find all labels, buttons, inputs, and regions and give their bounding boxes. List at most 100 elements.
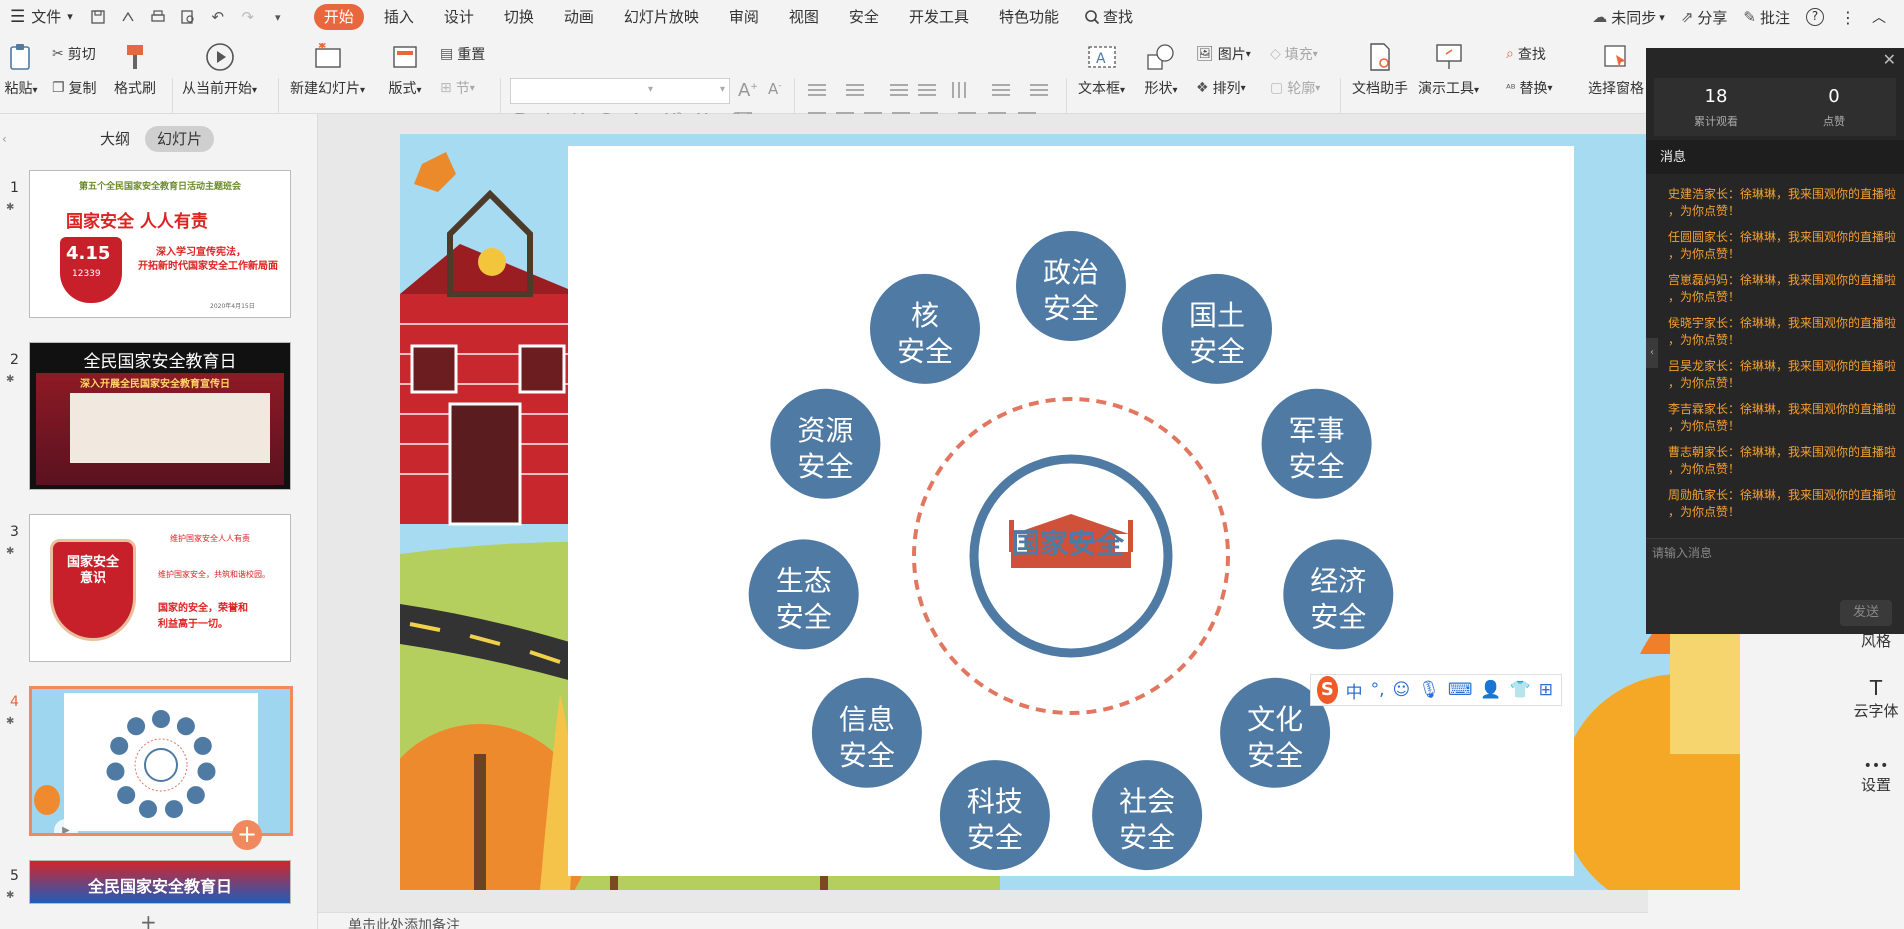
tab-outline[interactable]: 大纲	[88, 126, 142, 152]
security-node-label: 安全	[897, 335, 953, 368]
notes-pane[interactable]: ▭ 单击此处添加备注	[318, 912, 1648, 929]
grow-font-icon[interactable]: A+	[738, 80, 758, 101]
slide-number: 1	[10, 180, 19, 196]
textbox-button[interactable]: A 文本框▾	[1078, 40, 1125, 98]
tab-7[interactable]: 视图	[779, 4, 829, 30]
toolbox-grid-icon[interactable]: ⊞	[1539, 680, 1553, 700]
microphone-icon[interactable]: 🎙	[1418, 680, 1440, 700]
slide-thumbnail-2[interactable]: 全民国家安全教育日 深入开展全民国家安全教育宣传日	[29, 342, 291, 490]
chat-message-line: ，为你点赞！	[1668, 462, 1741, 476]
layout-button[interactable]: 版式▾	[388, 40, 422, 98]
menu-bar: ☰ 文件 ▾ ↶ ↷ ▾ 开始 插入 设计 切换 动画 幻灯片放映 审阅 视图 安全 开发工具 特色…	[0, 0, 1904, 34]
tab-2[interactable]: 设计	[434, 4, 484, 30]
outline-button[interactable]: ▢ 轮廓 ▾	[1270, 78, 1320, 98]
emoji-icon[interactable]: ☺	[1393, 680, 1411, 700]
font-size-select[interactable]: ▾	[654, 78, 730, 104]
select-pane-button[interactable]: 选择窗格	[1588, 40, 1644, 98]
new-slide-button[interactable]: ✱ 新建幻灯片▾	[290, 40, 365, 98]
slide-thumbnail-3[interactable]: 国家安全意识 维护国家安全人人有责 维护国家安全，共筑和谐校园。 国家的安全，荣…	[29, 514, 291, 662]
print-icon[interactable]	[145, 4, 171, 30]
more-vertical-icon: ⋮	[1840, 7, 1856, 27]
doc-assistant-button[interactable]: 文档助手	[1352, 40, 1408, 98]
tab-1[interactable]: 插入	[374, 4, 424, 30]
picture-button[interactable]: 🖼 图片 ▾	[1196, 44, 1251, 64]
slide-thumbnail-5[interactable]: 全民国家安全教育日	[29, 860, 291, 904]
save-icon[interactable]	[85, 4, 111, 30]
thumb-node	[193, 736, 212, 755]
chat-message: 任圆圆家长：徐琳琳，我来围观你的直播啦 ，为你点赞！	[1668, 229, 1898, 263]
settings-button[interactable]: ••• 设置	[1848, 758, 1904, 795]
tab-9[interactable]: 开发工具	[899, 4, 979, 30]
undo-icon[interactable]: ↶	[205, 4, 231, 30]
section-button[interactable]: ⊞ 节 ▾	[440, 78, 475, 98]
scissors-icon: ✂	[52, 46, 64, 62]
tab-3[interactable]: 切换	[494, 4, 544, 30]
collapse-ribbon-button[interactable]: ︿	[1864, 7, 1894, 27]
collapse-panel-icon[interactable]: ‹	[2, 132, 7, 146]
paste-button[interactable]: 粘贴▾	[4, 40, 38, 98]
add-slide-bottom-icon[interactable]: +	[140, 910, 157, 929]
share-button[interactable]: ⇗ 分享	[1673, 7, 1736, 28]
play-circle-icon[interactable]: ▶	[54, 819, 78, 833]
font-name-select[interactable]: ▾	[510, 78, 658, 104]
arrange-button[interactable]: ❖ 排列 ▾	[1196, 78, 1246, 98]
tab-4[interactable]: 动画	[554, 4, 604, 30]
customize-icon[interactable]: ▾	[265, 4, 291, 30]
shrink-font-icon[interactable]: A-	[768, 80, 782, 98]
output-icon[interactable]	[115, 4, 141, 30]
chevron-up-icon: ︿	[1872, 10, 1886, 26]
security-node-label: 文化	[1247, 703, 1303, 736]
slide-thumbnail-4[interactable]: ▶	[29, 686, 293, 836]
shape-icon	[1144, 40, 1178, 74]
ime-chinese-label[interactable]: 中	[1346, 678, 1363, 703]
shape-button[interactable]: 形状▾	[1144, 40, 1178, 98]
cut-button[interactable]: ✂ 剪切	[52, 44, 96, 64]
user-icon[interactable]: 👤	[1480, 680, 1501, 700]
fill-button[interactable]: ◇ 填充 ▾	[1270, 44, 1318, 64]
tab-5[interactable]: 幻灯片放映	[614, 4, 709, 30]
ime-toolbar[interactable]: S 中 °, ☺ 🎙 ⌨ 👤 👕 ⊞	[1310, 674, 1562, 706]
play-from-current-button[interactable]: 从当前开始▾	[182, 40, 257, 98]
notes-placeholder: 单击此处添加备注	[348, 918, 460, 929]
orange-tree-icon	[34, 785, 60, 815]
tab-0[interactable]: 开始	[313, 4, 364, 30]
chat-message-line: ，为你点赞！	[1668, 204, 1741, 218]
tab-8[interactable]: 安全	[839, 4, 889, 30]
skin-shirt-icon[interactable]: 👕	[1510, 680, 1531, 700]
more-button[interactable]: ⋮	[1832, 8, 1864, 27]
file-menu[interactable]: ☰ 文件 ▾	[0, 0, 83, 34]
chat-message: 宫崽磊妈妈：徐琳琳，我来围观你的直播啦 ，为你点赞！	[1668, 272, 1898, 306]
cloud-font-button[interactable]: T 云字体	[1848, 676, 1904, 721]
animation-star-icon: ✱	[6, 374, 15, 385]
print-preview-icon[interactable]	[175, 4, 201, 30]
slide-thumbnail-1[interactable]: 第五个全民国家安全教育日活动主题班会 国家安全 人人有责 4.15 12339 …	[29, 170, 291, 318]
help-button[interactable]: ?	[1798, 8, 1832, 26]
ime-punct-label[interactable]: °,	[1371, 680, 1385, 700]
thumb-headline: 国家安全 人人有责	[66, 212, 208, 232]
search-menu[interactable]: 查找	[1074, 0, 1143, 34]
copy-button[interactable]: ❐ 复制	[52, 78, 97, 98]
add-slide-button[interactable]: +	[232, 820, 262, 850]
sync-button[interactable]: ☁ 未同步 ▾	[1584, 7, 1673, 28]
ribbon-toolbar: 粘贴▾ ✂ 剪切 ❐ 复制 格式刷 从当前开始▾ ✱ 新建幻灯片▾ 版式▾ ▤ …	[0, 34, 1904, 140]
chevron-down-icon: ▾	[647, 84, 653, 95]
replace-button[interactable]: ᴬᴮ 替换 ▾	[1506, 78, 1553, 98]
find-button[interactable]: ⌕ 查找	[1506, 44, 1546, 64]
tab-10[interactable]: 特色功能	[989, 4, 1069, 30]
reset-button[interactable]: ▤ 重置	[440, 44, 485, 64]
arrange-label: 排列	[1212, 81, 1241, 97]
tab-6[interactable]: 审阅	[719, 4, 769, 30]
redo-icon[interactable]: ↷	[235, 4, 261, 30]
present-tools-button[interactable]: 演示工具▾	[1418, 40, 1479, 98]
animation-star-icon: ✱	[6, 202, 15, 213]
tab-slides[interactable]: 幻灯片	[145, 126, 215, 152]
close-icon[interactable]: ✕	[1883, 50, 1896, 69]
format-painter-button[interactable]: 格式刷	[114, 40, 156, 98]
expand-arrow-icon[interactable]: ‹	[1646, 338, 1658, 368]
comment-button[interactable]: ✎ 批注	[1735, 7, 1798, 28]
current-slide[interactable]: 政治 安全 国土 安全 军事 安全 经济 安全 文化 安全 社会 安全 科技 安全 信息 安全 生态 安全 资源 安全…	[400, 134, 1740, 890]
animation-star-icon: ✱	[6, 716, 15, 727]
send-button[interactable]: 发送	[1840, 600, 1892, 626]
thumb-node	[197, 762, 216, 781]
keyboard-icon[interactable]: ⌨	[1448, 680, 1473, 700]
